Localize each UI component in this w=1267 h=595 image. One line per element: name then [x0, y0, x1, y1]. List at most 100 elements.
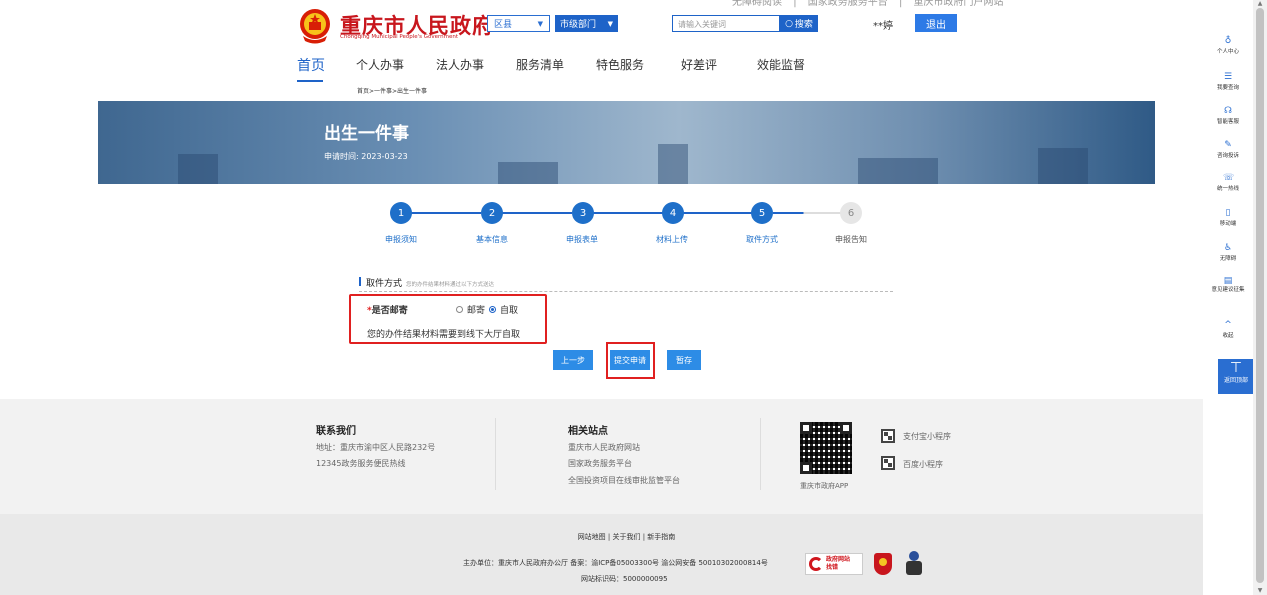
city-portal-link[interactable]: 重庆市政府门户网站 [914, 0, 1004, 8]
qr-corner [800, 422, 812, 434]
sidebar-item-suggestion[interactable]: ▤ 意见建议征集 [1203, 276, 1253, 294]
accessibility-link[interactable]: 无障碍阅读 [732, 0, 782, 8]
nav-active-indicator [297, 80, 323, 82]
police-110-icon[interactable] [905, 551, 923, 577]
sidebar-item-accessibility[interactable]: ♿ 无障碍 [1203, 243, 1253, 262]
page-root: 无障碍阅读 | 国家政务服务平台 | 重庆市政府门户网站 重庆市人民政府 Cho… [0, 0, 1267, 595]
prev-step-button[interactable]: 上一步 [553, 350, 593, 370]
save-draft-button[interactable]: 暂存 [667, 350, 701, 370]
dept-select[interactable]: 市级部门 ▼ [555, 15, 618, 32]
qr-icon[interactable] [881, 429, 895, 443]
breadcrumb[interactable]: 首页>一件事>出生一件事 [357, 86, 427, 95]
logout-button[interactable]: 退出 [915, 14, 957, 32]
gov-badge-line2: 找错 [826, 564, 839, 571]
chevron-down-icon: ▼ [537, 19, 543, 28]
alipay-miniprogram[interactable]: 支付宝小程序 [903, 431, 951, 442]
divider [359, 291, 893, 292]
nav-supervision[interactable]: 效能监督 [757, 56, 805, 73]
sidebar-item-label: 统一热线 [1216, 186, 1239, 192]
bottom-links[interactable]: 网站地图 | 关于我们 | 新手指南 [0, 532, 1253, 542]
contact-title: 联系我们 [316, 426, 356, 437]
nav-home[interactable]: 首页 [297, 55, 325, 75]
sidebar-item-mobile[interactable]: ▯ 移动端 [1203, 208, 1253, 227]
separator: | [793, 0, 797, 8]
nav-service-list[interactable]: 服务清单 [516, 56, 564, 73]
step-4-label: 材料上传 [656, 235, 688, 244]
qr-icon[interactable] [881, 456, 895, 470]
section-title: 取件方式 [366, 279, 403, 289]
nav-rating[interactable]: 好差评 [681, 56, 717, 73]
nav-special[interactable]: 特色服务 [596, 56, 644, 73]
page-banner: 出生一件事 申请时间: 2023-03-23 [98, 101, 1155, 184]
scroll-down-arrow[interactable]: ▼ [1253, 587, 1267, 595]
site-link[interactable]: 重庆市人民政府网站 [568, 442, 640, 453]
step-3: 3 [572, 202, 594, 224]
edit-icon: ✎ [1224, 140, 1232, 150]
footer-divider [495, 418, 496, 490]
footer-divider [760, 418, 761, 490]
sidebar-item-user-center[interactable]: ♁ 个人中心 [1203, 36, 1253, 55]
delivery-radio-group: 邮寄 自取 [456, 303, 518, 316]
arrow-up-icon: ⊤ [1229, 360, 1243, 376]
back-to-top-button[interactable]: ⊤ 返回顶部 [1218, 359, 1254, 394]
step-3-label: 申报表单 [566, 235, 598, 244]
step-connector [593, 212, 663, 214]
section-header: 取件方式 您的办件结果材料通过以下方式送达 [359, 276, 494, 289]
sidebar-item-service[interactable]: ☊ 智能客服 [1203, 106, 1253, 125]
pickup-message: 您的办件结果材料需要到线下大厅自取 [367, 330, 521, 340]
search-icon: ○ [785, 18, 793, 29]
radio-mail[interactable] [456, 306, 463, 313]
search-list-icon: ☰ [1223, 72, 1233, 82]
sidebar-item-hotline[interactable]: ☏ 统一热线 [1203, 173, 1253, 192]
top-links: 无障碍阅读 | 国家政务服务平台 | 重庆市政府门户网站 [728, 0, 1008, 8]
section-note: 您的办件结果材料通过以下方式送达 [406, 282, 495, 288]
section-bar [359, 277, 361, 286]
radio-pickup[interactable] [489, 306, 497, 313]
radio-pickup-label[interactable]: 自取 [500, 303, 518, 316]
step-5-label: 取件方式 [746, 235, 778, 244]
step-1: 1 [390, 202, 412, 224]
site-link[interactable]: 国家政务服务平台 [568, 458, 632, 469]
mobile-icon: ▯ [1225, 208, 1231, 218]
search-input[interactable]: 请输入关键词 [672, 15, 780, 32]
police-badge-icon[interactable] [874, 553, 892, 575]
submit-button[interactable]: 提交申请 [610, 350, 650, 370]
sidebar-item-label: 收起 [1222, 333, 1234, 339]
gov-site-error-badge[interactable]: 政府网站 找错 [805, 553, 863, 575]
banner-decoration [658, 144, 688, 184]
dept-select-label: 市级部门 [560, 20, 597, 30]
search-button-label: 搜索 [794, 20, 813, 30]
username[interactable]: **婷 [873, 17, 893, 32]
step-connector [773, 212, 841, 214]
banner-decoration [1038, 148, 1088, 184]
nav-personal[interactable]: 个人办事 [356, 56, 404, 73]
sidebar-item-query[interactable]: ☰ 我要查询 [1203, 72, 1253, 91]
site-link[interactable]: 全国投资项目在线审批监管平台 [568, 475, 680, 486]
banner-decoration [498, 162, 558, 184]
step-4: 4 [662, 202, 684, 224]
radio-mail-label[interactable]: 邮寄 [467, 303, 485, 316]
banner-decoration [178, 154, 218, 184]
national-emblem-icon[interactable] [298, 8, 332, 44]
nav-corporate[interactable]: 法人办事 [436, 56, 484, 73]
user-icon: ♁ [1224, 36, 1232, 46]
search-button[interactable]: ○ 搜索 [780, 15, 818, 32]
district-select[interactable]: 区县 ▼ [487, 15, 550, 32]
contact-hotline: 12345政务服务便民热线 [316, 459, 406, 468]
mail-field-label-text: 是否邮寄 [371, 306, 408, 316]
baidu-miniprogram[interactable]: 百度小程序 [903, 459, 943, 470]
sidebar-item-label: 移动端 [1219, 221, 1237, 227]
sidebar-item-label: 咨询投诉 [1216, 153, 1239, 159]
scroll-up-arrow[interactable]: ▲ [1253, 0, 1267, 8]
sidebar-item-complaint[interactable]: ✎ 咨询投诉 [1203, 140, 1253, 159]
app-qr-code [800, 422, 852, 474]
scrollbar-thumb[interactable] [1256, 8, 1264, 583]
separator: | [898, 0, 903, 8]
headset-icon: ☊ [1224, 106, 1232, 116]
sidebar-collapse[interactable]: ^ 收起 [1203, 320, 1253, 339]
national-platform-link[interactable]: 国家政务服务平台 [808, 0, 888, 8]
chevron-down-icon: ▼ [607, 19, 613, 28]
police-110-head [909, 551, 919, 561]
phone-icon: ☏ [1223, 173, 1235, 183]
gov-badge-line1: 政府网站 [826, 556, 851, 563]
